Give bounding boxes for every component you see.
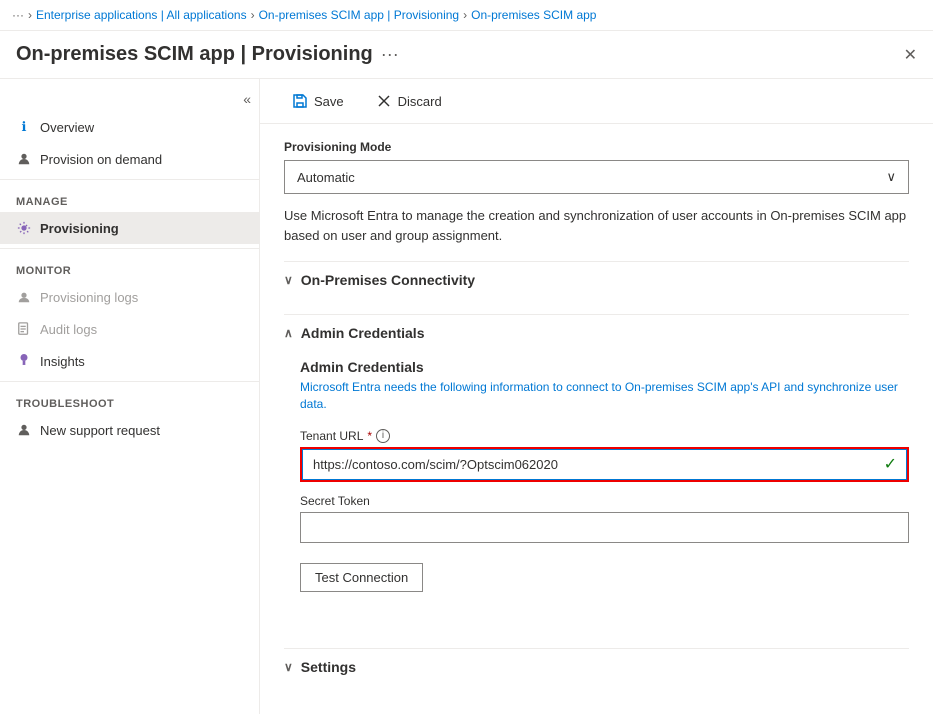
admin-cred-description: Microsoft Entra needs the following info… [300,379,909,413]
settings-header[interactable]: ∨ Settings [284,648,909,685]
tenant-url-label-row: Tenant URL * i [300,429,909,443]
discard-button[interactable]: Discard [368,89,450,113]
admin-credentials-content: Admin Credentials Microsoft Entra needs … [284,351,909,592]
page-header: On-premises SCIM app | Provisioning ··· … [0,31,933,79]
sidebar-item-label: Insights [40,354,85,369]
sidebar-item-label: New support request [40,423,160,438]
tenant-url-input[interactable] [302,449,907,480]
settings-section: ∨ Settings [284,648,909,685]
secret-token-field: Secret Token [300,494,909,543]
sidebar-section-troubleshoot: Troubleshoot [0,386,259,414]
sidebar-divider-2 [0,248,259,249]
discard-icon [376,93,392,109]
sidebar-divider-1 [0,179,259,180]
on-premises-connectivity-section: ∨ On-Premises Connectivity [284,261,909,298]
breadcrumb: ··· › Enterprise applications | All appl… [0,0,933,31]
provisioning-mode-label: Provisioning Mode [284,140,909,154]
sidebar-item-insights[interactable]: Insights [0,345,259,377]
info-icon: ℹ [16,119,32,135]
sidebar-item-label: Provisioning logs [40,290,138,305]
sidebar-item-provisioning[interactable]: Provisioning [0,212,259,244]
page-title: On-premises SCIM app | Provisioning [16,43,373,66]
breadcrumb-separator-3: › [463,8,467,22]
save-label: Save [314,94,344,109]
toolbar: Save Discard [260,79,933,124]
support-icon [16,422,32,438]
settings-label: Settings [301,659,356,675]
header-more-icon[interactable]: ··· [381,44,399,65]
provisioning-mode-dropdown[interactable]: Automatic ∨ [284,160,909,194]
admin-cred-title: Admin Credentials [300,359,909,375]
audit-icon [16,321,32,337]
discard-label: Discard [398,94,442,109]
admin-credentials-header[interactable]: ∧ Admin Credentials [284,314,909,351]
sidebar-item-label: Provisioning [40,221,119,236]
sidebar: « ℹ Overview Provision on demand Manage … [0,79,260,714]
close-button[interactable]: ✕ [904,45,917,65]
save-icon [292,93,308,109]
sidebar-collapse-area: « [0,87,259,111]
header-left: On-premises SCIM app | Provisioning ··· [16,43,399,66]
tenant-url-input-wrapper: ✓ [300,447,909,482]
main-content: Save Discard Provisioning Mode Automatic… [260,79,933,714]
sidebar-collapse-button[interactable]: « [243,91,251,107]
description-text: Use Microsoft Entra to manage the creati… [284,206,909,245]
secret-token-input[interactable] [300,512,909,543]
info-icon[interactable]: i [376,429,390,443]
breadcrumb-link-3[interactable]: On-premises SCIM app [471,8,596,22]
admin-credentials-section: ∧ Admin Credentials Admin Credentials Mi… [284,314,909,592]
breadcrumb-link-1[interactable]: Enterprise applications | All applicatio… [36,8,247,22]
insights-icon [16,353,32,369]
chevron-down-icon: ∨ [284,660,293,674]
sidebar-item-label: Audit logs [40,322,97,337]
section-label: On-Premises Connectivity [301,272,475,288]
sidebar-section-manage: Manage [0,184,259,212]
test-connection-button[interactable]: Test Connection [300,563,423,592]
sidebar-item-provisioning-logs: Provisioning logs [0,281,259,313]
sidebar-item-audit-logs: Audit logs [0,313,259,345]
section-label: Admin Credentials [301,325,425,341]
spacer [284,608,909,648]
chevron-up-icon: ∧ [284,326,293,340]
provisioning-mode-field: Provisioning Mode Automatic ∨ Use Micros… [284,140,909,245]
check-icon: ✓ [884,454,897,474]
secret-token-input-wrapper [300,512,909,543]
breadcrumb-link-2[interactable]: On-premises SCIM app | Provisioning [259,8,460,22]
tenant-url-field: Tenant URL * i ✓ [300,429,909,482]
sidebar-divider-3 [0,381,259,382]
secret-token-label: Secret Token [300,494,370,508]
provisioning-icon [16,220,32,236]
sidebar-item-label: Provision on demand [40,152,162,167]
breadcrumb-dots: ··· [12,8,24,22]
chevron-down-icon: ∨ [886,169,896,185]
sidebar-item-provision-on-demand[interactable]: Provision on demand [0,143,259,175]
content-area: Provisioning Mode Automatic ∨ Use Micros… [260,124,933,714]
required-star: * [367,429,372,443]
breadcrumb-separator: › [28,8,32,22]
secret-token-label-row: Secret Token [300,494,909,508]
sidebar-item-new-support[interactable]: New support request [0,414,259,446]
save-button[interactable]: Save [284,89,352,113]
sidebar-item-label: Overview [40,120,94,135]
breadcrumb-separator-2: › [251,8,255,22]
provisioning-mode-value: Automatic [297,170,355,185]
chevron-down-icon: ∨ [284,273,293,287]
main-layout: « ℹ Overview Provision on demand Manage … [0,79,933,714]
sidebar-item-overview[interactable]: ℹ Overview [0,111,259,143]
prov-logs-icon [16,289,32,305]
sidebar-section-monitor: Monitor [0,253,259,281]
tenant-url-label: Tenant URL [300,429,363,443]
on-premises-connectivity-header[interactable]: ∨ On-Premises Connectivity [284,261,909,298]
person-icon [16,151,32,167]
